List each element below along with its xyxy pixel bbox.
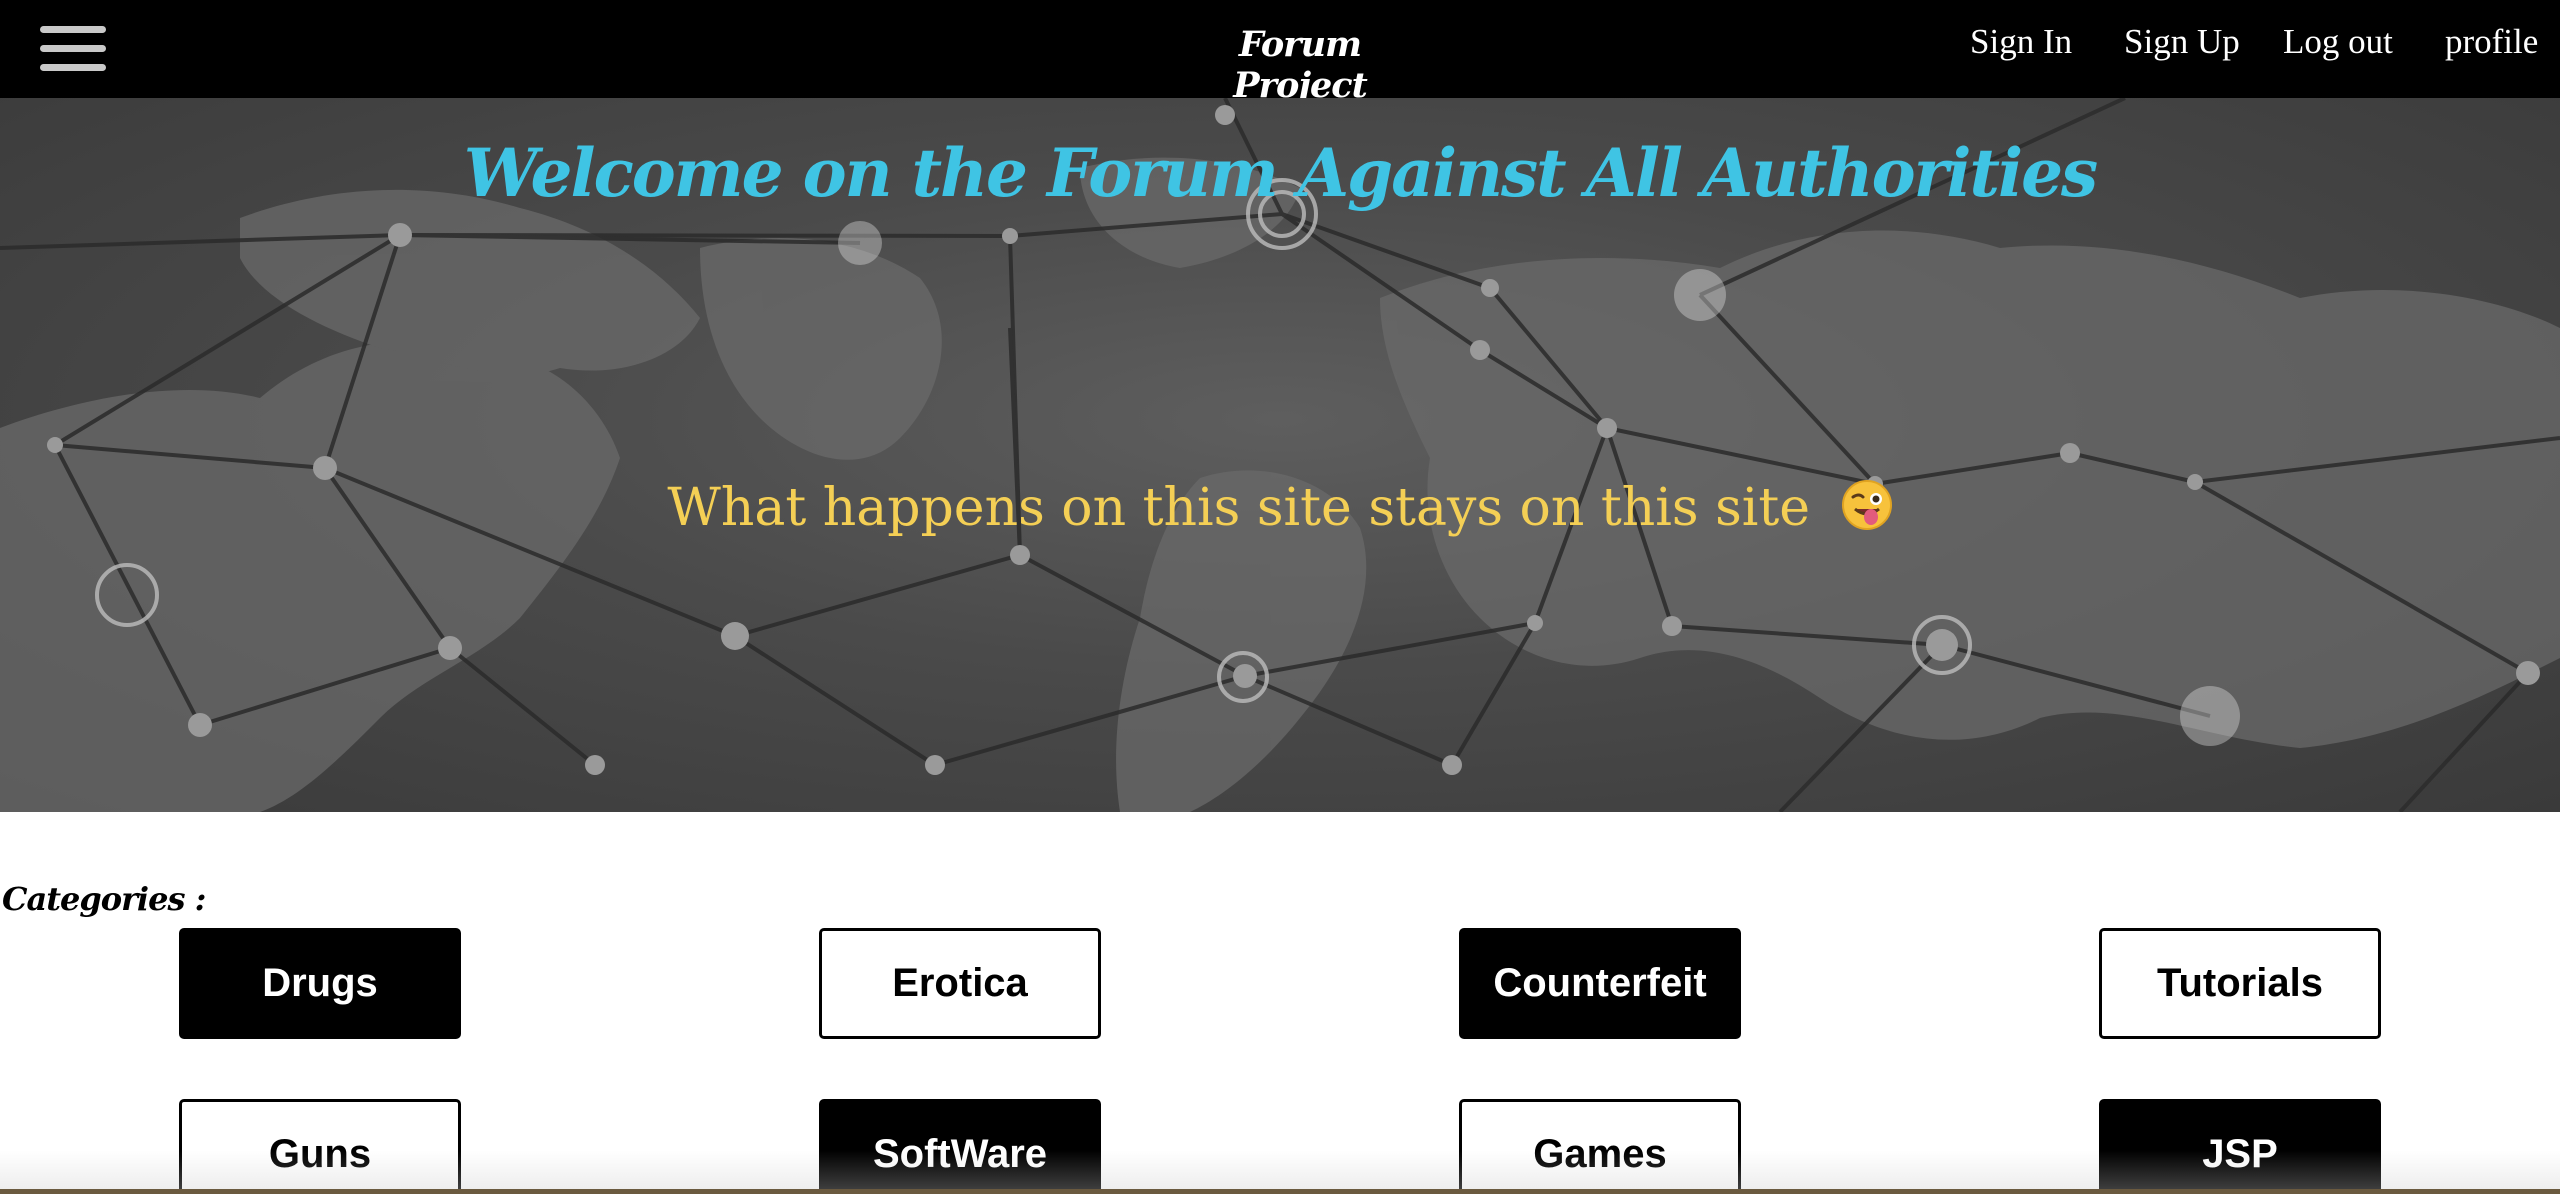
hamburger-menu-icon[interactable]	[40, 26, 106, 72]
category-erotica-button[interactable]: Erotica	[819, 928, 1101, 1039]
top-navbar: Forum Project Sign In Sign Up Log out pr…	[0, 0, 2560, 106]
hero-banner: Welcome on the Forum Against All Authori…	[0, 98, 2560, 812]
menu-bar	[40, 64, 106, 71]
hero-tagline-text: What happens on this site stays on this …	[667, 478, 1811, 538]
log-out-link[interactable]: Log out	[2283, 22, 2393, 62]
page: Forum Project Sign In Sign Up Log out pr…	[0, 0, 2560, 1194]
category-software-button[interactable]: SoftWare	[819, 1099, 1101, 1194]
menu-bar	[40, 26, 106, 33]
winking-face-with-tongue-icon	[1841, 480, 1892, 530]
category-guns-button[interactable]: Guns	[179, 1099, 461, 1194]
sign-up-link[interactable]: Sign Up	[2124, 22, 2240, 62]
category-drugs-button[interactable]: Drugs	[179, 928, 461, 1039]
profile-link[interactable]: profile	[2445, 22, 2538, 62]
brand-title[interactable]: Forum Project	[1180, 24, 1420, 106]
category-games-button[interactable]: Games	[1459, 1099, 1741, 1194]
category-jsp-button[interactable]: JSP	[2099, 1099, 2381, 1194]
menu-bar	[40, 45, 106, 52]
categories-heading: Categories :	[2, 880, 206, 918]
hero-tagline: What happens on this site stays on this …	[0, 478, 2560, 538]
window-bottom-edge	[0, 1189, 2560, 1194]
category-counterfeit-button[interactable]: Counterfeit	[1459, 928, 1741, 1039]
category-tutorials-button[interactable]: Tutorials	[2099, 928, 2381, 1039]
sign-in-link[interactable]: Sign In	[1970, 22, 2072, 62]
hero-title: Welcome on the Forum Against All Authori…	[463, 134, 2098, 212]
